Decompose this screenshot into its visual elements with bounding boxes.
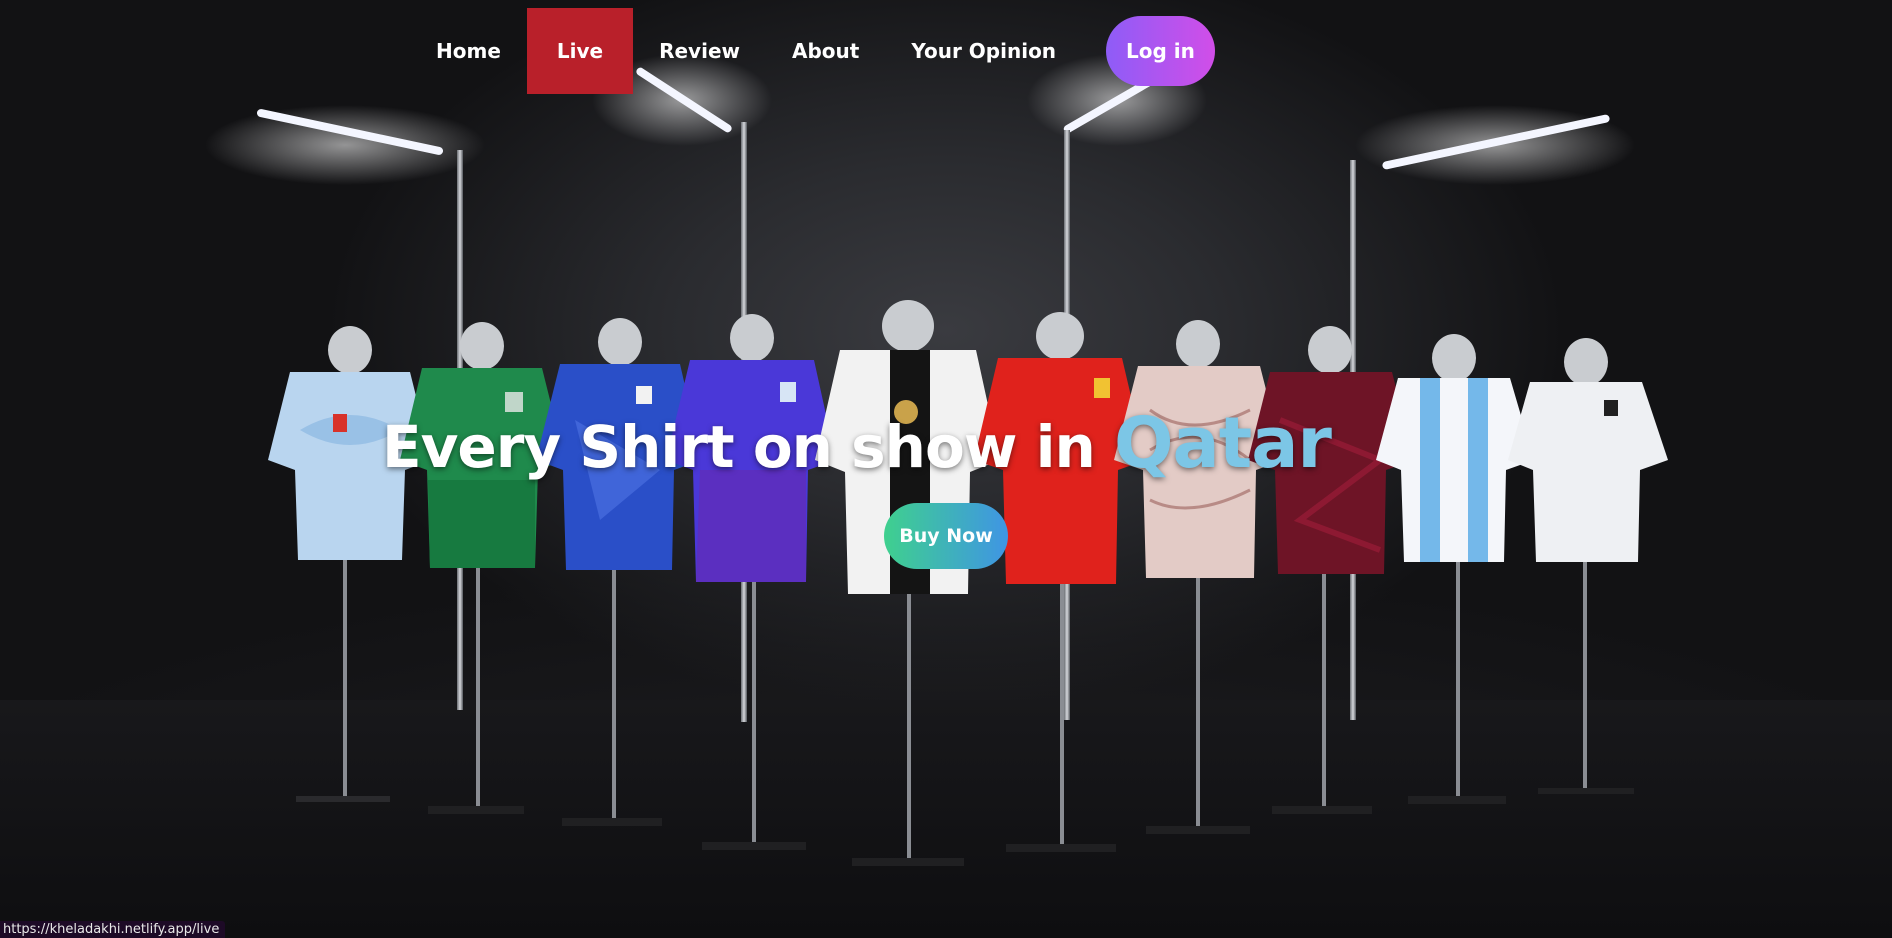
- nav-review[interactable]: Review: [633, 8, 766, 94]
- nav-your-opinion[interactable]: Your Opinion: [885, 8, 1082, 94]
- hero-title: Every Shirt on show in Qatar: [382, 402, 1332, 484]
- nav-about[interactable]: About: [766, 8, 885, 94]
- mannequin-stands: [296, 550, 1634, 866]
- hero-page: Home Live Review About Your Opinion Log …: [0, 0, 1892, 938]
- login-button[interactable]: Log in: [1106, 16, 1215, 86]
- status-bar-url: https://kheladakhi.netlify.app/live: [0, 921, 226, 938]
- buy-now-button[interactable]: Buy Now: [884, 503, 1008, 569]
- main-nav: Home Live Review About Your Opinion Log …: [410, 8, 1215, 94]
- hero-title-text: Every Shirt on show in: [382, 413, 1096, 481]
- nav-home[interactable]: Home: [410, 8, 527, 94]
- hero-title-accent: Qatar: [1113, 402, 1332, 484]
- nav-live[interactable]: Live: [526, 8, 634, 94]
